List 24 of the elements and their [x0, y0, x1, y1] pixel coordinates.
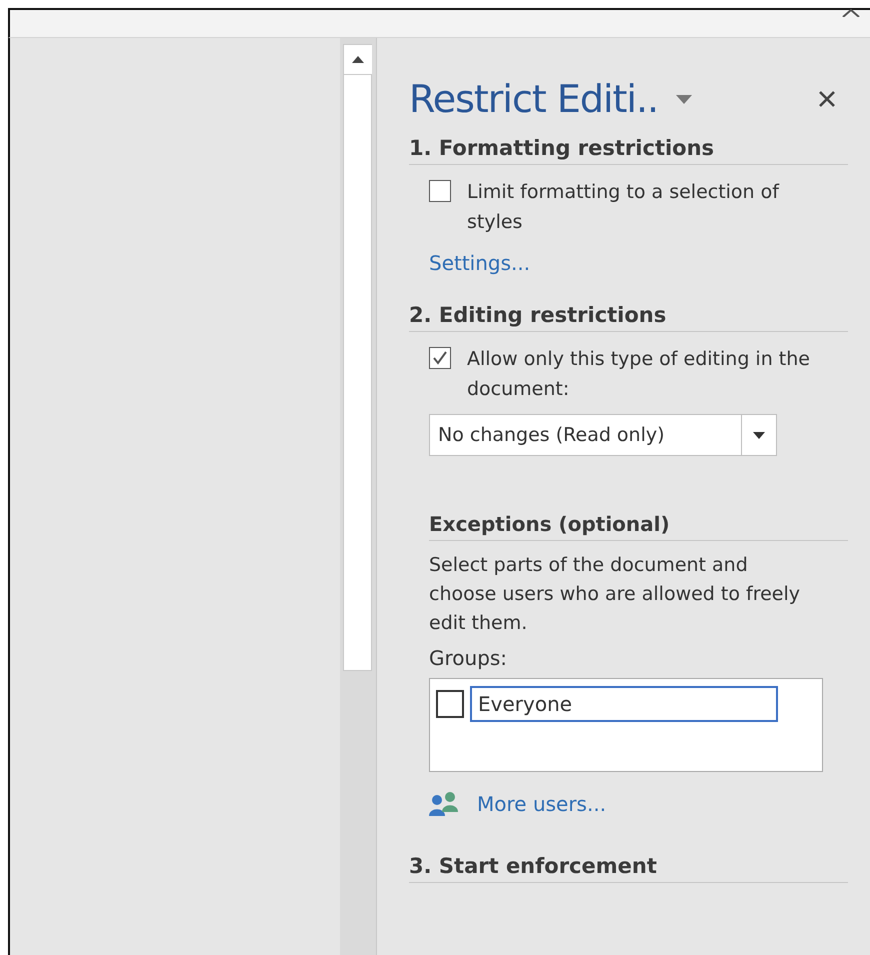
checkbox[interactable]: [436, 690, 464, 718]
section-heading: 2. Editing restrictions: [409, 303, 848, 332]
scroll-up-icon: [352, 56, 364, 63]
checkbox[interactable]: [429, 180, 451, 202]
checkbox-label: Limit formatting to a selection of styles: [467, 180, 780, 235]
group-item[interactable]: Everyone: [470, 686, 778, 722]
settings-link[interactable]: Settings...: [429, 251, 530, 275]
scrollbar[interactable]: [340, 38, 377, 955]
pane-options-icon[interactable]: [676, 94, 692, 104]
more-users-link[interactable]: More users...: [477, 792, 606, 816]
scroll-up-button[interactable]: [344, 45, 372, 75]
users-icon: [429, 792, 459, 816]
section-heading: 1. Formatting restrictions: [409, 136, 848, 165]
description-text: Select parts of the document and choose users who are allowed to freely edit them.: [429, 553, 802, 636]
pane-title: Restrict Editi..: [409, 77, 658, 121]
dropdown-arrow-icon: [753, 432, 765, 438]
editing-type-dropdown[interactable]: No changes (Read only): [429, 414, 777, 456]
checkbox[interactable]: [429, 347, 451, 369]
checkbox-label: Allow only this type of editing in the document:: [467, 347, 811, 402]
close-icon[interactable]: [818, 90, 836, 108]
collapse-ribbon-icon[interactable]: [842, 9, 860, 17]
section-heading: Exceptions (optional): [429, 512, 848, 541]
section-heading: 3. Start enforcement: [409, 854, 848, 883]
groups-label: Groups:: [429, 646, 508, 670]
